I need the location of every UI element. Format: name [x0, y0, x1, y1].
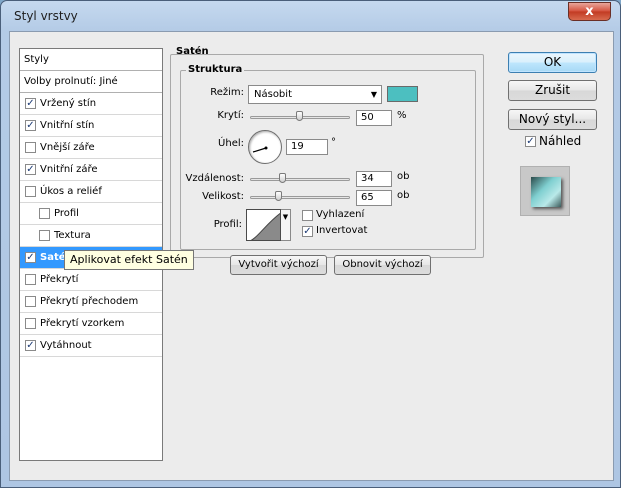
list-item[interactable]: Profil — [20, 203, 162, 225]
tooltip: Aplikovat efekt Satén — [64, 250, 194, 270]
distance-input[interactable]: 34 — [356, 171, 392, 187]
title-bar[interactable]: Styl vrstvy x — [1, 1, 620, 31]
color-swatch[interactable] — [387, 86, 418, 102]
antialias-checkbox[interactable] — [302, 210, 313, 221]
style-preview-swatch — [531, 177, 561, 207]
mode-label: Režim: — [210, 87, 244, 98]
list-item[interactable]: Volby prolnutí: Jiné — [20, 71, 162, 93]
list-item-checkbox[interactable]: ✓ — [25, 340, 36, 351]
list-item[interactable]: Překrytí vzorkem — [20, 313, 162, 335]
opacity-unit: % — [397, 110, 407, 121]
list-item[interactable]: Styly — [20, 49, 162, 71]
list-item-label: Vytáhnout — [40, 340, 92, 351]
list-item-checkbox[interactable]: ✓ — [25, 252, 36, 263]
invert-label: Invertovat — [316, 225, 368, 236]
structure-title: Struktura — [186, 64, 245, 75]
angle-unit: ° — [331, 137, 336, 148]
list-item-label: Úkos a reliéf — [40, 186, 102, 197]
list-item-label: Volby prolnutí: Jiné — [24, 76, 118, 87]
style-preview — [520, 166, 570, 216]
list-item-label: Vržený stín — [40, 98, 97, 109]
list-item-checkbox[interactable]: ✓ — [25, 164, 36, 175]
size-slider-thumb[interactable] — [275, 191, 282, 201]
chevron-down-icon: ▼ — [282, 213, 289, 221]
list-item-label: Profil — [54, 208, 79, 219]
blend-mode-select[interactable]: Násobit ▼ — [248, 85, 382, 104]
make-default-button[interactable]: Vytvořit výchozí — [230, 255, 327, 275]
size-slider-track[interactable] — [250, 196, 350, 199]
cancel-button[interactable]: Zrušit — [508, 80, 597, 101]
list-item[interactable]: ✓ Vytáhnout — [20, 335, 162, 357]
list-item[interactable]: ✓ Vržený stín — [20, 93, 162, 115]
list-item[interactable]: Překrytí přechodem — [20, 291, 162, 313]
list-item-checkbox[interactable] — [25, 318, 36, 329]
profile-label: Profil: — [213, 219, 242, 230]
contour-preview[interactable] — [246, 209, 281, 241]
angle-dial[interactable] — [248, 130, 282, 164]
opacity-label: Krytí: — [217, 110, 244, 121]
size-unit: ob — [397, 190, 410, 201]
close-icon: x — [585, 4, 594, 19]
window-title: Styl vrstvy — [14, 9, 78, 23]
opacity-input[interactable]: 50 — [356, 110, 392, 126]
invert-checkbox[interactable]: ✓ — [302, 226, 313, 237]
preview-label: Náhled — [539, 134, 582, 148]
ok-button[interactable]: OK — [508, 52, 597, 73]
reset-default-button[interactable]: Obnovit výchozí — [334, 255, 431, 275]
list-item-checkbox[interactable] — [25, 186, 36, 197]
size-label: Velikost: — [202, 191, 244, 202]
dialog-window: Styl vrstvy x Styly Volby prolnutí: Jiné ✓… — [0, 0, 621, 488]
list-item-label: Překrytí — [40, 274, 79, 285]
size-input[interactable]: 65 — [356, 190, 392, 206]
list-item-checkbox[interactable] — [25, 296, 36, 307]
list-item-label: Styly — [24, 54, 49, 65]
distance-slider-track[interactable] — [250, 178, 350, 181]
list-item-label: Vnější záře — [40, 142, 95, 153]
angle-dial-indicator — [252, 146, 268, 153]
opacity-slider-thumb[interactable] — [296, 111, 303, 121]
list-item-checkbox[interactable]: ✓ — [25, 98, 36, 109]
list-item-label: Vnitřní stín — [40, 120, 95, 131]
angle-input[interactable]: 19 — [286, 139, 328, 155]
chevron-down-icon: ▼ — [370, 90, 377, 99]
angle-label: Úhel: — [218, 138, 244, 149]
contour-curve-icon — [250, 212, 280, 240]
list-item[interactable]: Textura — [20, 225, 162, 247]
list-item-checkbox[interactable] — [25, 142, 36, 153]
new-style-button[interactable]: Nový styl... — [508, 109, 597, 130]
list-item[interactable]: ✓ Vnitřní záře — [20, 159, 162, 181]
blend-mode-value: Násobit — [254, 89, 292, 100]
list-item-label: Textura — [54, 230, 91, 241]
distance-label: Vzdálenost: — [185, 173, 244, 184]
list-item[interactable]: Vnější záře — [20, 137, 162, 159]
antialias-label: Vyhlazení — [316, 209, 365, 220]
list-item[interactable]: Překrytí — [20, 269, 162, 291]
list-item[interactable]: Úkos a reliéf — [20, 181, 162, 203]
list-item-checkbox[interactable]: ✓ — [25, 120, 36, 131]
close-button[interactable]: x — [568, 2, 611, 21]
distance-slider-thumb[interactable] — [279, 173, 286, 183]
list-item-checkbox[interactable] — [39, 230, 50, 241]
list-item-label: Vnitřní záře — [40, 164, 98, 175]
list-item-label: Překrytí přechodem — [40, 296, 139, 307]
list-item-checkbox[interactable] — [25, 274, 36, 285]
list-item-label: Překrytí vzorkem — [40, 318, 125, 329]
preview-checkbox[interactable]: ✓ — [525, 136, 536, 147]
list-item[interactable]: ✓ Vnitřní stín — [20, 115, 162, 137]
distance-unit: ob — [397, 171, 410, 182]
contour-dropdown[interactable]: ▼ — [281, 209, 291, 241]
list-item-checkbox[interactable] — [39, 208, 50, 219]
